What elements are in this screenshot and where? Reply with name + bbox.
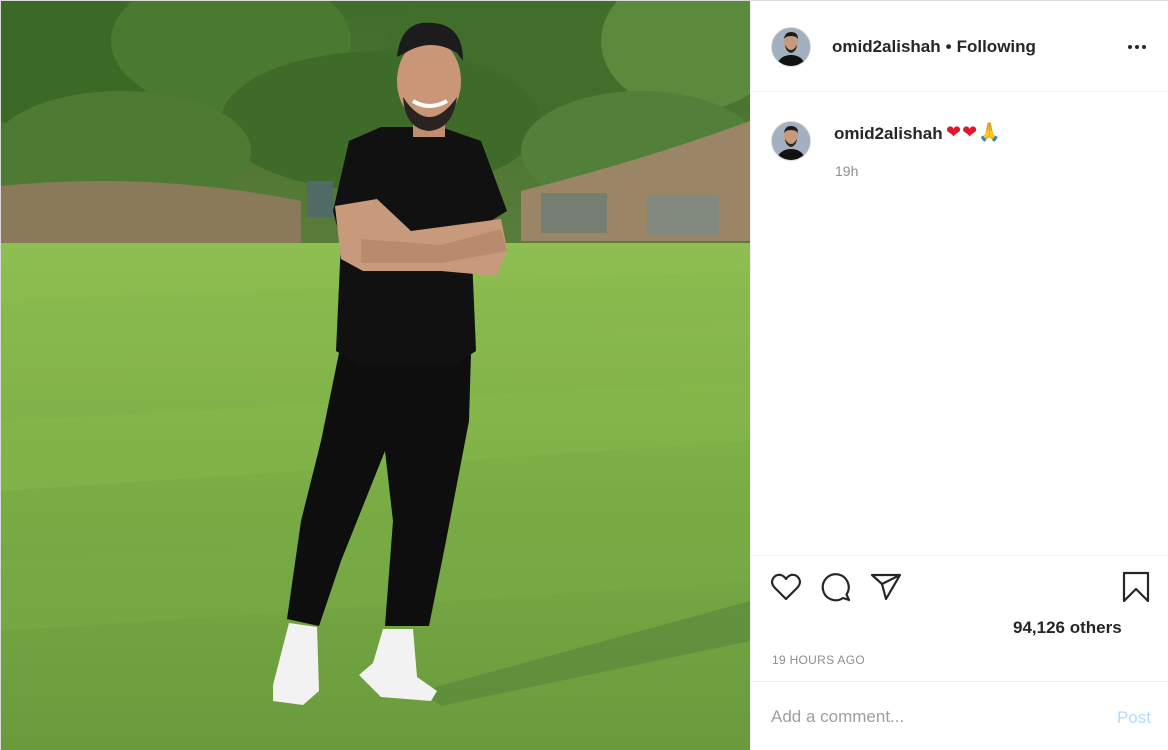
post-timestamp[interactable]: 19 HOURS AGO bbox=[772, 653, 865, 667]
post-dialog: omid2alishah • Following omid2alishah ❤❤… bbox=[0, 0, 1168, 750]
post-photo-image bbox=[1, 1, 750, 750]
comment-bubble-icon[interactable] bbox=[819, 570, 853, 604]
post-photo[interactable] bbox=[1, 1, 750, 750]
post-comment-button[interactable]: Post bbox=[1117, 708, 1151, 728]
caption-time[interactable]: 19h bbox=[835, 163, 858, 179]
caption-text: ❤❤🙏 bbox=[946, 122, 1002, 143]
post-side-panel: omid2alishah • Following omid2alishah ❤❤… bbox=[750, 1, 1168, 750]
header-username[interactable]: omid2alishah bbox=[832, 37, 941, 56]
author-avatar[interactable] bbox=[771, 27, 811, 67]
red-heart-emoji: ❤ bbox=[962, 122, 979, 142]
red-heart-emoji: ❤ bbox=[946, 122, 963, 142]
folded-hands-emoji: 🙏 bbox=[978, 122, 1002, 142]
post-header: omid2alishah • Following bbox=[751, 1, 1168, 92]
caption-username[interactable]: omid2alishah bbox=[834, 124, 943, 144]
actions-bar: 94,126 others 19 HOURS AGO bbox=[751, 555, 1168, 681]
header-separator: • bbox=[945, 37, 952, 56]
following-button[interactable]: Following bbox=[957, 37, 1036, 56]
author-avatar-image bbox=[772, 28, 810, 66]
add-comment-section: Post bbox=[751, 681, 1168, 750]
caption-avatar[interactable] bbox=[771, 121, 811, 161]
heart-icon[interactable] bbox=[769, 570, 803, 604]
likes-count[interactable]: 94,126 others bbox=[1013, 618, 1122, 638]
more-options-icon[interactable] bbox=[1125, 35, 1149, 59]
paper-plane-icon[interactable] bbox=[869, 570, 903, 604]
bookmark-icon[interactable] bbox=[1119, 570, 1153, 604]
comment-input[interactable] bbox=[771, 702, 1091, 732]
caption-avatar-image bbox=[772, 122, 810, 160]
header-title: omid2alishah • Following bbox=[832, 37, 1036, 57]
comments-area: omid2alishah ❤❤🙏 19h bbox=[751, 93, 1168, 555]
